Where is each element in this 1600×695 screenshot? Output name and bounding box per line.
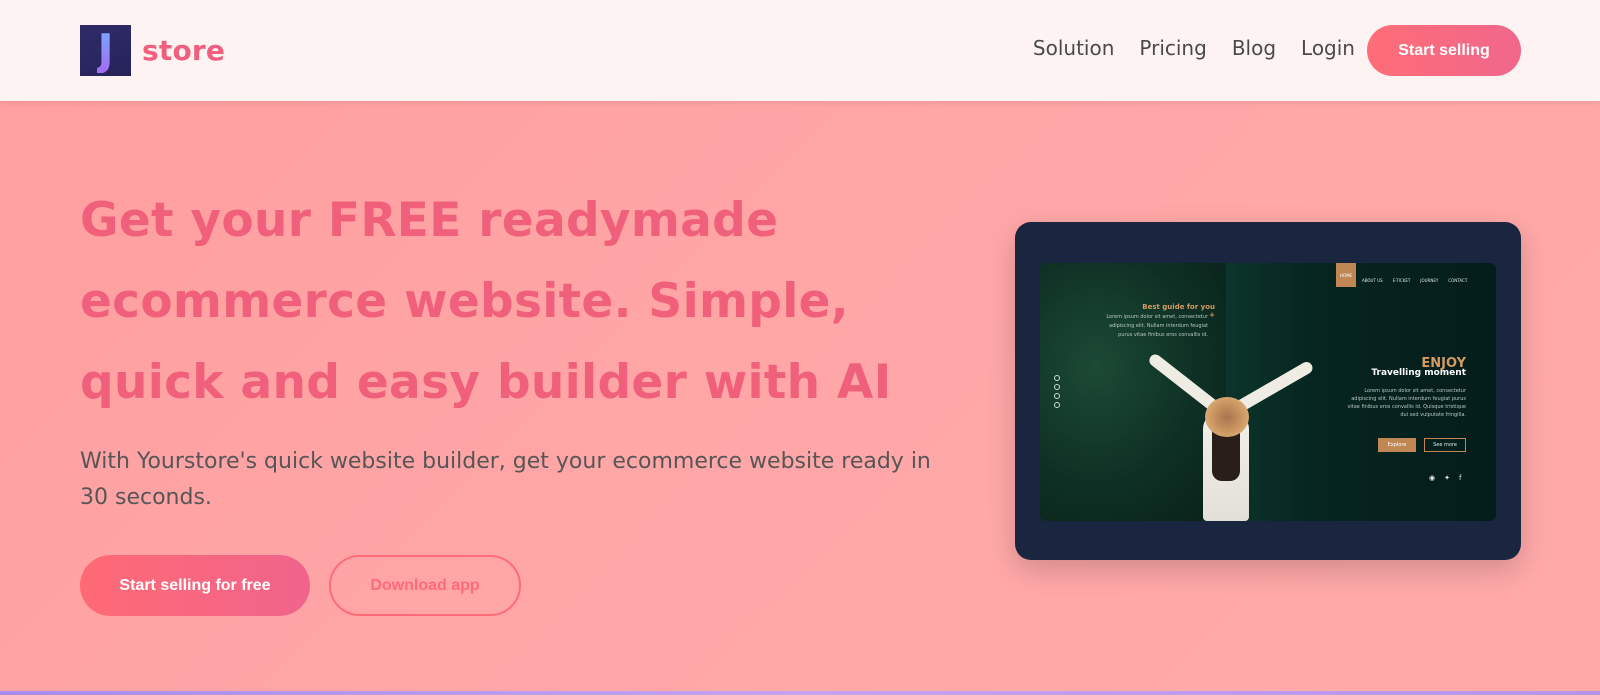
preview-see-more-button: See more	[1424, 438, 1466, 452]
start-selling-free-button[interactable]: Start selling for free	[80, 555, 310, 616]
slider-dot-icon	[1054, 375, 1060, 381]
preview-nav-item: E-TICKET	[1392, 278, 1411, 283]
preview-travel-heading: Travelling moment	[1371, 368, 1466, 378]
preview-slider-dots	[1054, 375, 1060, 408]
preview-social-icons: ◉ ✦ f	[1429, 474, 1461, 482]
preview-nav-item: ABOUT US	[1362, 278, 1383, 283]
nav-login[interactable]: Login	[1301, 36, 1355, 60]
bottom-accent-strip	[0, 691, 1600, 695]
slider-dot-icon	[1054, 402, 1060, 408]
facebook-icon: f	[1458, 474, 1462, 482]
preview-nav-item: JOURNEY	[1420, 278, 1439, 283]
hero-subtext: With Yourstore's quick website builder, …	[80, 449, 931, 510]
hat-icon	[1205, 397, 1249, 437]
slider-dot-icon	[1054, 384, 1060, 390]
start-selling-button[interactable]: Start selling	[1367, 25, 1521, 76]
main-nav: Solution Pricing Blog Login	[1033, 36, 1355, 60]
instagram-icon: ◉	[1429, 474, 1436, 482]
slider-dot-icon	[1054, 393, 1060, 399]
site-header: J store Solution Pricing Blog Login Star…	[0, 0, 1600, 101]
nav-blog[interactable]: Blog	[1232, 36, 1276, 60]
preview-screen: HOME ABOUT US E-TICKET JOURNEY CONTACT B…	[1040, 263, 1496, 521]
download-app-button[interactable]: Download app	[329, 555, 521, 616]
preview-nav: ABOUT US E-TICKET JOURNEY CONTACT	[1362, 278, 1467, 283]
logo-letter: J	[97, 24, 114, 76]
nav-solution[interactable]: Solution	[1033, 36, 1114, 60]
hero-headline: Get your FREE readymade ecommerce websit…	[80, 193, 892, 410]
logo-text: store	[142, 34, 226, 67]
nav-pricing[interactable]: Pricing	[1139, 36, 1206, 60]
preview-nav-home: HOME	[1336, 263, 1356, 287]
preview-body-text: Lorem ipsum dolor sit amet, consectetur …	[1347, 388, 1466, 418]
logo[interactable]: J store	[80, 25, 225, 76]
preview-explore-button: Explore	[1378, 438, 1416, 452]
website-preview-mockup: HOME ABOUT US E-TICKET JOURNEY CONTACT B…	[1015, 222, 1521, 560]
preview-nav-item: CONTACT	[1448, 278, 1468, 283]
logo-mark: J	[80, 25, 131, 76]
preview-guide-text: Lorem ipsum dolor sit amet, consectetur …	[1106, 314, 1208, 338]
twitter-icon: ✦	[1444, 474, 1450, 482]
